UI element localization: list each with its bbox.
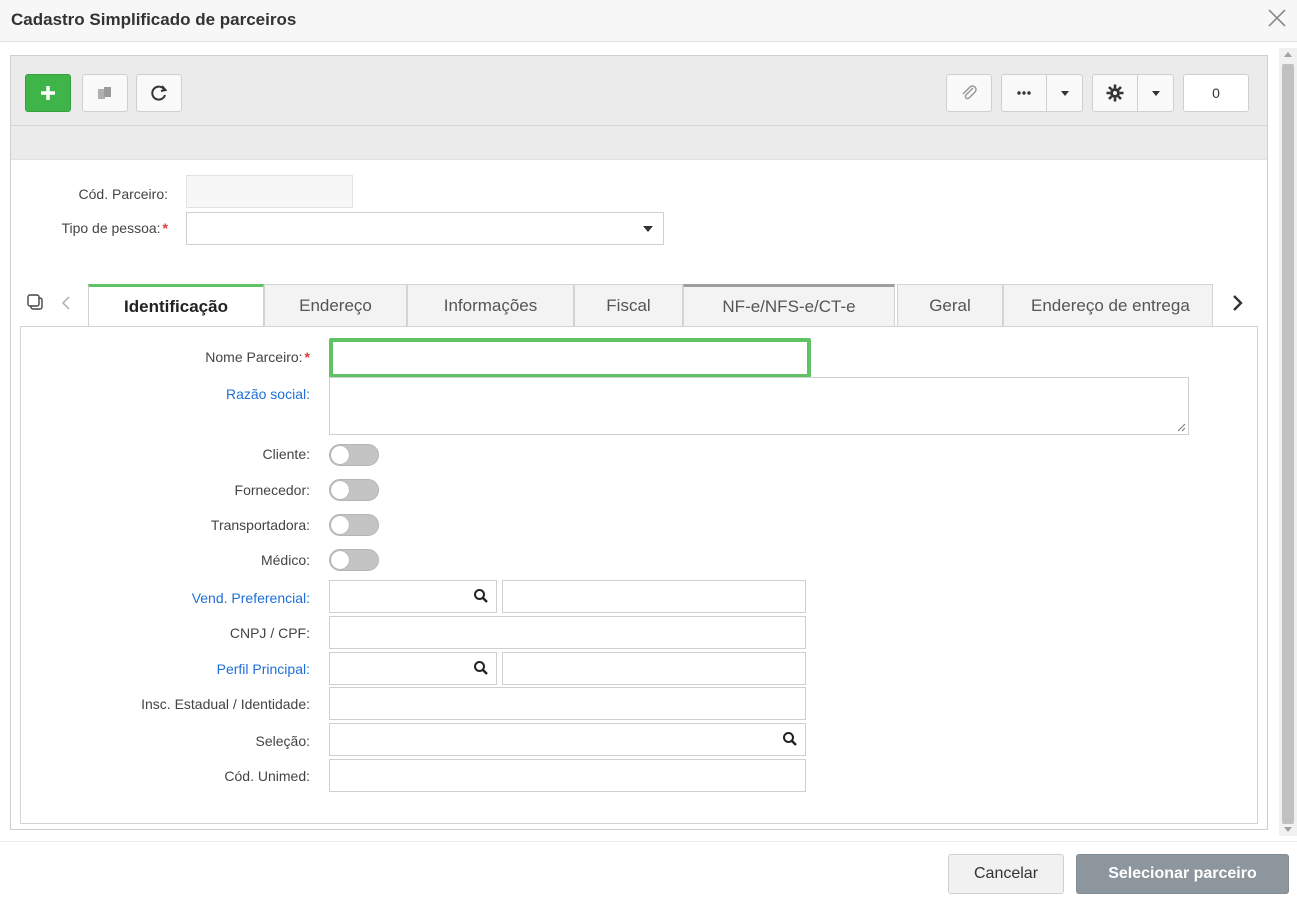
chevron-down-icon	[1060, 90, 1069, 96]
record-counter: 0	[1183, 74, 1249, 112]
tab-informacoes[interactable]: Informações	[407, 284, 574, 327]
refresh-icon	[151, 85, 168, 101]
transportadora-toggle[interactable]	[329, 514, 379, 536]
cod-parceiro-label: Cód. Parceiro:	[78, 186, 168, 202]
medico-toggle[interactable]	[329, 549, 379, 571]
footer-divider	[0, 841, 1297, 842]
more-options-button[interactable]	[1001, 74, 1047, 112]
tab-identificacao[interactable]: Identificação	[88, 284, 264, 327]
search-icon[interactable]	[782, 731, 798, 747]
attach-button[interactable]	[946, 74, 992, 112]
search-icon[interactable]	[473, 588, 489, 604]
transportadora-label: Transportadora:	[210, 517, 310, 533]
selecao-label: Seleção:	[255, 733, 310, 749]
vend-preferencial-name-input[interactable]	[502, 580, 806, 613]
cod-unimed-label: Cód. Unimed:	[224, 768, 310, 784]
fornecedor-toggle[interactable]	[329, 479, 379, 501]
nome-parceiro-label: Nome Parceiro: *	[205, 349, 310, 365]
cliente-toggle[interactable]	[329, 444, 379, 466]
cod-parceiro-field[interactable]	[186, 175, 353, 208]
tab-endereco-entrega[interactable]: Endereço de entrega	[1003, 284, 1213, 327]
chevron-down-icon	[1151, 90, 1160, 96]
copy-button[interactable]	[82, 74, 128, 112]
medico-label: Médico:	[260, 552, 310, 568]
more-options-dropdown[interactable]	[1046, 74, 1083, 112]
scroll-down-icon[interactable]	[1284, 827, 1292, 832]
duplicate-icon[interactable]	[26, 293, 46, 313]
counter-value: 0	[1212, 85, 1220, 101]
razao-social-textarea[interactable]	[329, 377, 1189, 435]
gear-icon	[1106, 84, 1124, 102]
vend-preferencial-label[interactable]: Vend. Preferencial:	[100, 590, 310, 606]
vertical-scrollbar[interactable]	[1279, 48, 1297, 836]
toolbar-subbar	[11, 126, 1267, 160]
add-button[interactable]	[25, 74, 71, 112]
tipo-pessoa-label: Tipo de pessoa: *	[61, 220, 168, 236]
cnpj-cpf-input[interactable]	[329, 616, 806, 649]
dialog-title: Cadastro Simplificado de parceiros	[11, 10, 297, 29]
toolbar: 0	[11, 56, 1267, 126]
chevron-left-icon[interactable]	[60, 295, 72, 311]
plus-icon	[41, 86, 55, 100]
chevron-down-icon	[643, 226, 653, 232]
insc-estadual-label: Insc. Estadual / Identidade:	[141, 696, 310, 712]
perfil-principal-name-input[interactable]	[502, 652, 806, 685]
cliente-label: Cliente:	[262, 446, 310, 462]
dialog-titlebar: Cadastro Simplificado de parceiros	[0, 0, 1297, 42]
tab-nfe[interactable]: NF-e/NFS-e/CT-e	[683, 284, 895, 327]
tipo-pessoa-select[interactable]	[186, 212, 664, 245]
resize-handle-icon[interactable]	[1176, 422, 1186, 432]
razao-social-label[interactable]: Razão social:	[120, 386, 310, 402]
select-partner-button[interactable]: Selecionar parceiro	[1076, 854, 1289, 894]
tab-endereco[interactable]: Endereço	[264, 284, 407, 327]
vend-preferencial-code-input[interactable]	[329, 580, 497, 613]
selecao-input[interactable]	[329, 723, 806, 756]
tab-fiscal[interactable]: Fiscal	[574, 284, 683, 327]
chevron-right-icon[interactable]	[1230, 294, 1244, 312]
settings-dropdown[interactable]	[1137, 74, 1174, 112]
close-icon[interactable]	[1265, 6, 1289, 30]
tab-geral[interactable]: Geral	[897, 284, 1003, 327]
insc-estadual-input[interactable]	[329, 687, 806, 720]
tab-bar: Identificação Endereço Informações Fisca…	[0, 277, 1297, 327]
paperclip-icon	[962, 85, 977, 100]
ellipsis-icon	[1017, 91, 1031, 95]
refresh-button[interactable]	[136, 74, 182, 112]
fornecedor-label: Fornecedor:	[234, 482, 310, 498]
scroll-up-icon[interactable]	[1284, 52, 1292, 57]
scroll-thumb[interactable]	[1282, 64, 1294, 824]
copy-icon	[98, 87, 111, 99]
search-icon[interactable]	[473, 660, 489, 676]
perfil-principal-label[interactable]: Perfil Principal:	[120, 661, 310, 677]
cancel-button[interactable]: Cancelar	[948, 854, 1064, 894]
cnpj-cpf-label: CNPJ / CPF:	[229, 625, 310, 641]
cod-unimed-input[interactable]	[329, 759, 806, 792]
nome-parceiro-input[interactable]	[329, 338, 811, 378]
settings-button[interactable]	[1092, 74, 1138, 112]
perfil-principal-code-input[interactable]	[329, 652, 497, 685]
